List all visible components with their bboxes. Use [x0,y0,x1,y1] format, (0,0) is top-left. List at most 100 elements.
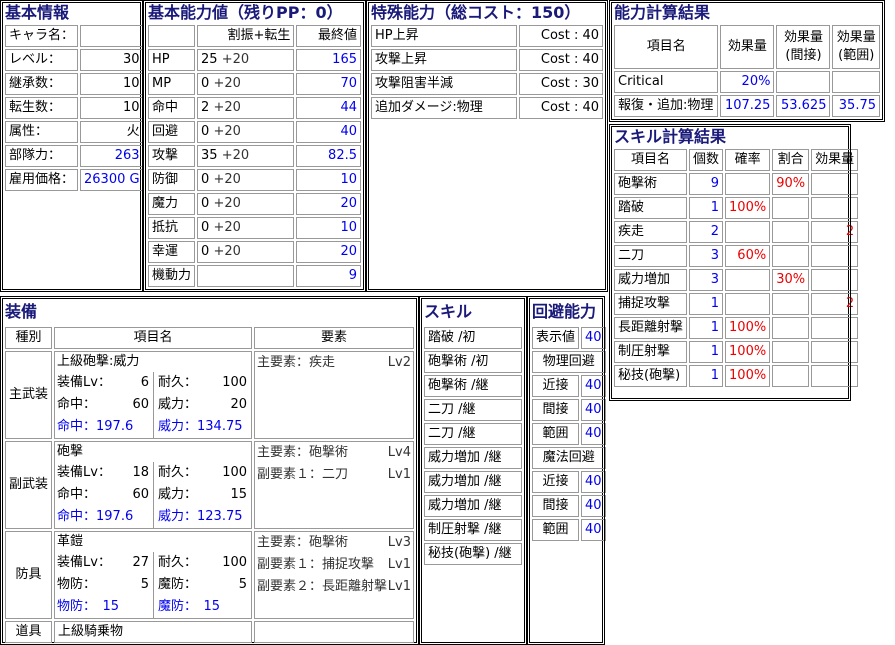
basic-row: レベル： 30 [5,49,144,71]
special-table: HP上昇 Cost : 40 攻撃上昇 Cost : 40 攻撃阻害半減 Cost : 3… [369,23,605,121]
skill-calc-count: 1 [689,197,724,219]
equip-power-value: 20 [230,397,248,412]
calc-value-indirect: 53.625 [776,95,831,117]
equip-header-type: 種別 [5,327,53,349]
evasion-row: 物理回避 [532,351,606,373]
skill-calc-row: 二刀 3 60% [614,245,859,267]
skill-item: 砲撃術 /継 [424,375,522,397]
equip-type: 道具 [5,621,53,643]
skill-calc-header-effect: 効果量 [811,149,859,171]
calc-header-name: 項目名 [614,25,719,69]
skill-calc-ratio [772,341,810,363]
stat-final: 70 [296,73,361,95]
evasion-value: 40 [581,375,606,397]
stats-header-blank [148,25,196,47]
equip-hit-total-text: 命中：197.6 [57,419,134,434]
equip-mdef-label: 魔防： [158,577,198,592]
equip-durability-value: 100 [222,375,248,390]
equip-element: 主要素：砲撃術 Lv3 [257,532,411,554]
skill-row: 砲撃術 /継 [424,375,522,397]
skill-calc-name: 威力増加 [614,269,688,291]
equip-element: 副要素２：長距離射撃 Lv1 [257,576,411,598]
skill-calc-table: 項目名 個数 確率 割合 効果量 砲撃術 9 90% 踏破 1 100% 疾走 2 2 二刀 3 60… [612,147,860,389]
basic-label: 雇用価格： [5,169,79,191]
equip-durability-value: 100 [222,465,248,480]
skill-calc-row: 制圧射撃 1 100% [614,341,859,363]
stats-header-final: 最終値 [296,25,361,47]
calc-table: 項目名 効果量 効果量 (間接) 効果量 (範囲) Critical 20% 報復・追加… [612,23,882,119]
skill-calc-rate [725,221,771,243]
evasion-label: 間接 [532,495,580,517]
equip-element: 主要素：疾走 Lv2 [257,352,411,374]
equip-element-text: 主要素：疾走 [257,355,336,370]
equip-element-text: 主要素：砲撃術 [257,535,349,550]
equip-durability: 耐久： 100 [153,462,249,484]
equip-row-tool: 道具 上級騎乗物 [5,621,414,643]
skill-row: 威力増加 /継 [424,495,522,517]
skill-calc-rate: 100% [725,365,771,387]
special-name: 攻撃阻害半減 [371,73,518,95]
skill-calc-count: 3 [689,245,724,267]
skill-row: 二刀 /継 [424,399,522,421]
equip-stats: 装備Lv： 27 耐久： 100 物防： 5 魔防： 5 物防： 15 魔防： 15 [57,552,249,618]
equip-element-lv: Lv3 [387,535,411,550]
equip-pdef-total: 物防： 15 [57,596,151,618]
basic-label: 属性： [5,121,79,143]
equip-item: 上級砲撃:威力 装備Lv： 6 耐久： 100 命中： 60 威力： 20 命中：197.6 威力：… [54,351,253,439]
stat-name: 抵抗 [148,217,196,239]
stat-final: 82.5 [296,145,361,167]
skill-item: 威力増加 /継 [424,495,522,517]
skill-calc-effect [811,245,859,267]
skill-calc-effect [811,317,859,339]
calc-value: 107.25 [720,95,775,117]
stat-alloc: 0 +20 [197,241,295,263]
stat-row: 機動力 9 [148,265,361,287]
skill-calc-name: 秘技(砲撃) [614,365,688,387]
equip-pdef: 物防： 5 [57,574,151,596]
equip-element: 副要素１：二刀 Lv1 [257,464,411,486]
skill-calc-rate [725,293,771,315]
basic-row: 属性：火 [5,121,144,143]
calc-header-area: 効果量 (範囲) [832,25,880,69]
basic-label: 継承数： [5,73,79,95]
stat-bonus: +20 [213,220,241,235]
stat-row: MP 0 +20 70 [148,73,361,95]
equip-element-lv: Lv2 [387,355,411,370]
calc-value-area: 35.75 [832,95,880,117]
skill-calc-name: 砲撃術 [614,173,688,195]
skills-panel: スキル 踏破 /初 砲撃術 /初 砲撃術 /継 二刀 /継 二刀 /継 威力増加 /継 威力… [419,296,527,645]
skill-calc-name: 長距離射撃 [614,317,688,339]
equip-durability-label: 耐久： [158,555,198,570]
stats-panel: 基本能力値（残りPP：0） 割振+転生 最終値 HP 25 +20 165 MP 0 +… [143,0,366,292]
evasion-label: 近接 [532,375,580,397]
skill-calc-rate: 100% [725,317,771,339]
equip-type: 防具 [5,531,53,619]
equip-element: 主要素：砲撃術 Lv4 [257,442,411,464]
evasion-value: 40 [581,519,606,541]
stat-final: 20 [296,241,361,263]
basic-value: 10 [80,97,144,119]
equip-power-value: 15 [230,487,248,502]
calc-panel: 能力計算結果 項目名 効果量 効果量 (間接) 効果量 (範囲) Critical 2… [609,0,885,122]
equip-mdef-total-text: 魔防： 15 [158,599,221,614]
stat-alloc: 0 +20 [197,73,295,95]
equip-hit-total-text: 命中：197.6 [57,509,134,524]
stat-alloc: 25 +20 [197,49,295,71]
skill-calc-count: 3 [689,269,724,291]
skill-calc-effect [811,341,859,363]
skill-item: 二刀 /継 [424,399,522,421]
evasion-label: 物理回避 [532,351,606,373]
skill-calc-row: 威力増加 3 30% [614,269,859,291]
special-row: 追加ダメージ:物理 Cost : 40 [371,97,603,119]
special-row: 攻撃阻害半減 Cost : 30 [371,73,603,95]
basic-row: 継承数： 10 [5,73,144,95]
equip-durability-label: 耐久： [158,465,198,480]
equip-name: 砲撃 [57,444,84,459]
equip-durability: 耐久： 100 [153,552,249,574]
equip-hit-total: 命中：197.6 [57,416,151,438]
equip-element: 副要素１：捕捉攻撃 Lv1 [257,554,411,576]
equip-element-text: 副要素１：捕捉攻撃 [257,557,375,572]
calc-header-effect: 効果量 [720,25,775,69]
special-name: 攻撃上昇 [371,49,518,71]
skill-calc-count: 2 [689,221,724,243]
